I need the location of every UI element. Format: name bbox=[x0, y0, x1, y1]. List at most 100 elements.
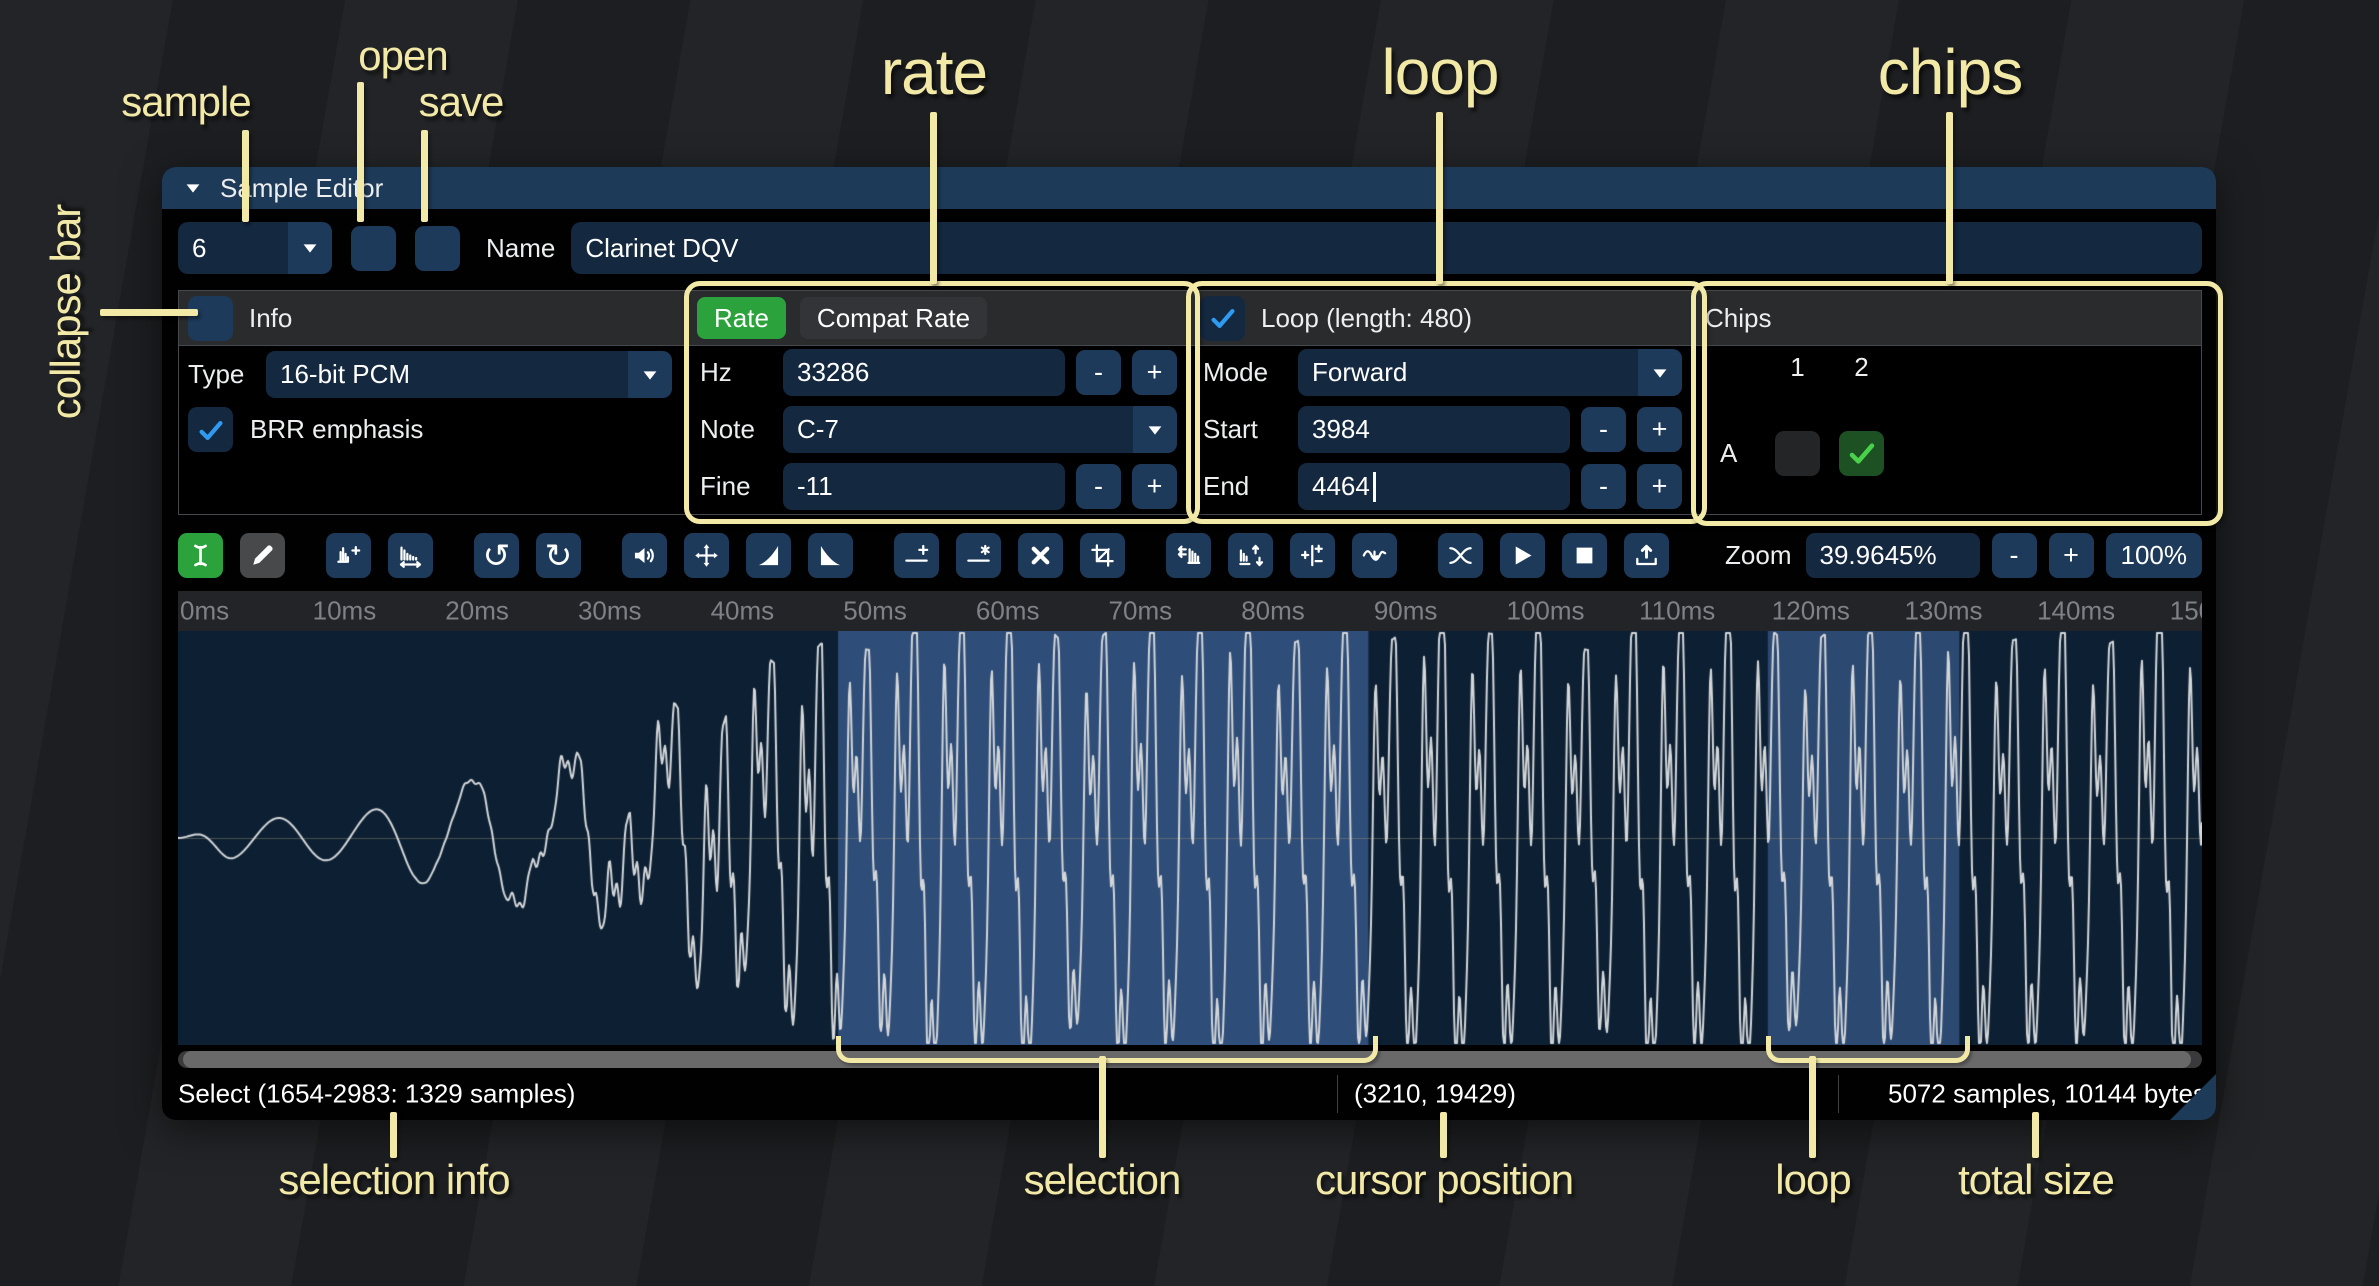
fade-in-button[interactable] bbox=[746, 533, 791, 578]
chevron-down-icon[interactable] bbox=[1133, 406, 1177, 453]
trim-button[interactable] bbox=[1080, 533, 1125, 578]
ruler-label: 110ms bbox=[1639, 596, 1715, 627]
rate-panel-header: Rate Compat Rate bbox=[688, 291, 1189, 346]
sample-name-value: Clarinet DQV bbox=[585, 233, 738, 264]
ruler-label: 100ms bbox=[1507, 596, 1585, 627]
ruler-label: 20ms bbox=[445, 596, 509, 627]
annotation-line bbox=[1436, 112, 1443, 284]
stop-preview-button[interactable] bbox=[1562, 533, 1607, 578]
brr-emphasis-checkbox[interactable] bbox=[188, 407, 233, 452]
crossfade-loop-button[interactable] bbox=[1438, 533, 1483, 578]
loop-end-decrement-button[interactable]: - bbox=[1581, 464, 1626, 509]
loop-enable-checkbox[interactable] bbox=[1200, 296, 1245, 341]
panels-row: Info Type 16-bit PCM BRR emphasis bbox=[178, 290, 2202, 515]
loop-start-decrement-button[interactable]: - bbox=[1581, 407, 1626, 452]
chip-checkbox-1[interactable] bbox=[1775, 431, 1820, 476]
create-wavetable-button[interactable] bbox=[1624, 533, 1669, 578]
fade-out-button[interactable] bbox=[808, 533, 853, 578]
preview-button[interactable] bbox=[1500, 533, 1545, 578]
chip-column-label-2: 2 bbox=[1839, 350, 1884, 384]
hz-decrement-button[interactable]: - bbox=[1076, 350, 1121, 395]
loop-end-input[interactable]: 4464 bbox=[1298, 463, 1570, 510]
sample-index-select[interactable]: 6 bbox=[178, 222, 332, 274]
sample-type-value: 16-bit PCM bbox=[280, 359, 410, 390]
sample-editor-window: Sample Editor 6 Name Clarinet DQV Info bbox=[162, 167, 2216, 1120]
reverse-button[interactable] bbox=[1166, 533, 1211, 578]
resample-button[interactable] bbox=[388, 533, 433, 578]
text-cursor-caret bbox=[1373, 472, 1376, 502]
sample-name-input[interactable]: Clarinet DQV bbox=[571, 222, 2202, 274]
ruler-label: 10ms bbox=[313, 596, 377, 627]
name-label: Name bbox=[486, 233, 555, 264]
insert-silence-button[interactable] bbox=[894, 533, 939, 578]
zoom-out-button[interactable]: - bbox=[1992, 533, 2037, 578]
redo-button[interactable]: ↻ bbox=[536, 533, 581, 578]
loop-end-increment-button[interactable]: + bbox=[1637, 464, 1682, 509]
waveform-canvas[interactable] bbox=[178, 631, 2202, 1045]
waveform-area[interactable] bbox=[178, 631, 2202, 1045]
zoom-label: Zoom bbox=[1725, 540, 1791, 571]
tab-rate[interactable]: Rate bbox=[697, 297, 786, 339]
scrollbar-thumb[interactable] bbox=[183, 1051, 2191, 1068]
fine-decrement-button[interactable]: - bbox=[1076, 464, 1121, 509]
rate-panel: Rate Compat Rate Hz 33286 - + Note C-7 F… bbox=[687, 290, 1190, 515]
sample-index-value: 6 bbox=[192, 233, 206, 264]
status-total-size: 5072 samples, 10144 bytes bbox=[1888, 1079, 2206, 1110]
zoom-input[interactable]: 39.9645% bbox=[1806, 533, 1980, 578]
loop-start-input[interactable]: 3984 bbox=[1298, 406, 1570, 453]
ruler-label: 130ms bbox=[1904, 596, 1982, 627]
annotation-chips: chips bbox=[1878, 35, 2022, 109]
chevron-down-icon[interactable] bbox=[1638, 349, 1682, 396]
hz-input[interactable]: 33286 bbox=[783, 349, 1065, 396]
close-button[interactable] bbox=[2160, 170, 2196, 206]
zoom-value: 39.9645% bbox=[1820, 540, 1937, 571]
save-sample-button[interactable] bbox=[415, 226, 460, 271]
annotation-save: save bbox=[419, 78, 504, 126]
window-collapse-triangle-icon[interactable] bbox=[182, 177, 204, 199]
annotation-line bbox=[100, 309, 198, 316]
annotation-line bbox=[421, 130, 428, 222]
resize-grip[interactable] bbox=[2170, 1074, 2216, 1120]
chips-panel-header: Chips bbox=[1696, 291, 2201, 346]
filter-button[interactable] bbox=[1352, 533, 1397, 578]
chevron-down-icon[interactable] bbox=[288, 222, 332, 274]
ruler-label: 40ms bbox=[711, 596, 775, 627]
amplify-button[interactable] bbox=[622, 533, 667, 578]
undo-button[interactable]: ↺ bbox=[474, 533, 519, 578]
horizontal-scrollbar[interactable] bbox=[178, 1051, 2202, 1068]
delete-button[interactable] bbox=[1018, 533, 1063, 578]
zoom-reset-button[interactable]: 100% bbox=[2106, 533, 2203, 578]
time-ruler[interactable]: 0ms10ms20ms30ms40ms50ms60ms70ms80ms90ms1… bbox=[178, 591, 2202, 631]
invert-button[interactable] bbox=[1228, 533, 1273, 578]
chevron-down-icon[interactable] bbox=[628, 351, 672, 398]
loop-mode-select[interactable]: Forward bbox=[1298, 349, 1682, 396]
chip-row-label-a: A bbox=[1720, 431, 1756, 515]
edit-mode-draw-button[interactable] bbox=[240, 533, 285, 578]
annotation-collapse-bar: collapse bar bbox=[42, 205, 90, 419]
annotation-line bbox=[242, 130, 249, 222]
collapse-bar-button[interactable] bbox=[188, 296, 233, 341]
loop-start-increment-button[interactable]: + bbox=[1637, 407, 1682, 452]
loop-end-label: End bbox=[1203, 471, 1287, 502]
annotation-line bbox=[1946, 112, 1953, 284]
chips-panel-title: Chips bbox=[1705, 303, 1771, 334]
open-sample-button[interactable] bbox=[351, 226, 396, 271]
signed-unsigned-button[interactable] bbox=[1290, 533, 1335, 578]
chip-checkbox-2[interactable] bbox=[1839, 431, 1884, 476]
annotation-loop-bottom: loop bbox=[1775, 1156, 1850, 1204]
hz-increment-button[interactable]: + bbox=[1132, 350, 1177, 395]
apply-silence-button[interactable] bbox=[956, 533, 1001, 578]
normalize-button[interactable] bbox=[684, 533, 729, 578]
fine-input[interactable]: -11 bbox=[783, 463, 1065, 510]
resize-button[interactable] bbox=[326, 533, 371, 578]
titlebar[interactable]: Sample Editor bbox=[162, 167, 2216, 209]
note-select[interactable]: C-7 bbox=[783, 406, 1177, 453]
annotation-line bbox=[1099, 1056, 1106, 1158]
edit-mode-select-button[interactable] bbox=[178, 533, 223, 578]
ruler-label: 120ms bbox=[1772, 596, 1850, 627]
fine-increment-button[interactable]: + bbox=[1132, 464, 1177, 509]
zoom-in-button[interactable]: + bbox=[2049, 533, 2094, 578]
tab-compat-rate[interactable]: Compat Rate bbox=[800, 297, 987, 339]
ruler-label: 140ms bbox=[2037, 596, 2115, 627]
sample-type-select[interactable]: 16-bit PCM bbox=[266, 351, 672, 398]
